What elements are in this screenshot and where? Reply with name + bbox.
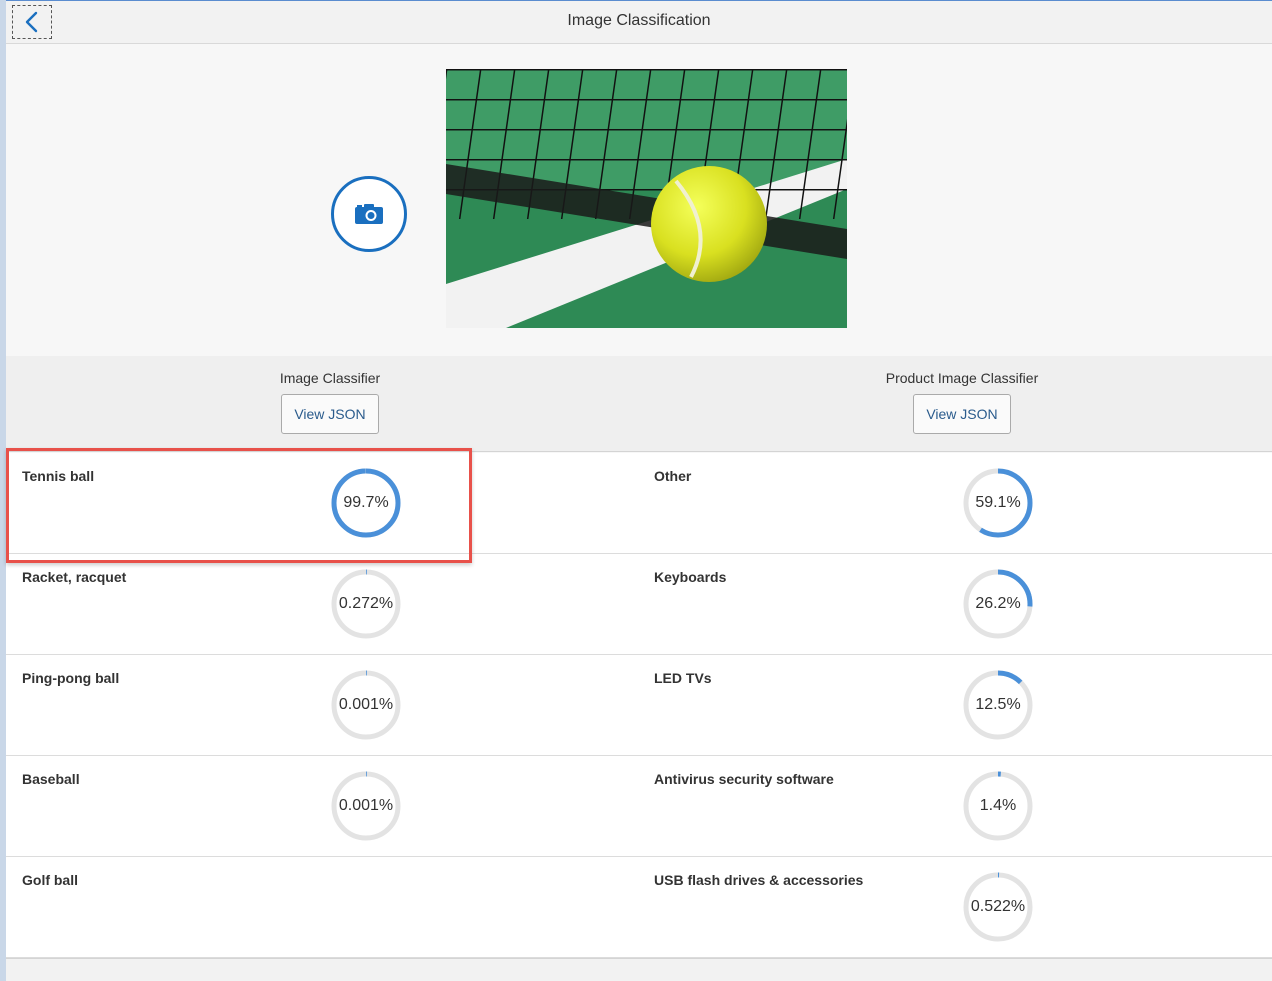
- result-label: Golf ball: [22, 872, 78, 888]
- product-classifier-result: USB flash drives & accessories 0.522%: [638, 857, 1272, 957]
- product-classifier-column: Product Image Classifier View JSON: [876, 370, 1048, 434]
- probability-ring: 12.5%: [962, 669, 1034, 741]
- image-classifier-result: Baseball 0.001%: [6, 756, 638, 856]
- result-row: Racket, racquet 0.272% Keyboards 26.2%: [6, 554, 1272, 655]
- product-classifier-result: Other 59.1%: [638, 453, 1272, 553]
- result-label: Keyboards: [654, 569, 727, 585]
- probability-ring: 0.001%: [330, 770, 402, 842]
- classifier-header: Image Classifier View JSON Product Image…: [6, 356, 1272, 452]
- page-title: Image Classification: [567, 12, 711, 29]
- result-row: Tennis ball 99.7% Other 59.1%: [6, 453, 1272, 554]
- image-classifier-result: Tennis ball 99.7%: [6, 453, 638, 553]
- page-shell: Image Classification Image Classifier Vi…: [6, 0, 1272, 981]
- app-window: Image Classification Image Classifier Vi…: [0, 0, 1272, 981]
- probability-value: 0.522%: [970, 898, 1026, 915]
- product-classifier-title: Product Image Classifier: [885, 370, 1039, 386]
- classified-photo: [446, 69, 847, 328]
- product-classifier-result: Keyboards 26.2%: [638, 554, 1272, 654]
- image-classifier-column: Image Classifier View JSON: [270, 370, 390, 434]
- result-row: Baseball 0.001% Antivirus security softwar…: [6, 756, 1272, 857]
- probability-ring: 59.1%: [962, 467, 1034, 539]
- result-label: Antivirus security software: [654, 771, 834, 787]
- result-row: Ping-pong ball 0.001% LED TVs 12.5%: [6, 655, 1272, 756]
- probability-value: 1.4%: [979, 797, 1017, 814]
- probability-value: 12.5%: [975, 696, 1021, 713]
- image-section: [6, 44, 1272, 356]
- image-classifier-view-json-button[interactable]: View JSON: [281, 394, 379, 434]
- probability-value: 59.1%: [975, 494, 1021, 511]
- probability-value: 26.2%: [975, 595, 1021, 612]
- result-label: USB flash drives & accessories: [654, 872, 864, 888]
- probability-ring: 26.2%: [962, 568, 1034, 640]
- tennis-ball-photo: [446, 69, 847, 328]
- result-label: LED TVs: [654, 670, 712, 686]
- result-label: Tennis ball: [22, 468, 95, 484]
- probability-value: 0.001%: [338, 696, 394, 713]
- result-label: Racket, racquet: [22, 569, 127, 585]
- image-classifier-result: Racket, racquet 0.272%: [6, 554, 638, 654]
- result-label: Other: [654, 468, 692, 484]
- product-classifier-result: Antivirus security software 1.4%: [638, 756, 1272, 856]
- probability-value: 0.001%: [338, 797, 394, 814]
- product-classifier-result: LED TVs 12.5%: [638, 655, 1272, 755]
- probability-ring: 1.4%: [962, 770, 1034, 842]
- camera-icon: [355, 204, 383, 224]
- probability-ring: 99.7%: [330, 467, 402, 539]
- probability-ring: 0.522%: [962, 871, 1034, 943]
- header-bar: Image Classification: [6, 0, 1272, 44]
- product-classifier-view-json-button[interactable]: View JSON: [913, 394, 1011, 434]
- result-label: Baseball: [22, 771, 80, 787]
- image-classifier-title: Image Classifier: [279, 370, 381, 386]
- results-list: Tennis ball 99.7% Other 59.1% Racket, racque…: [6, 453, 1272, 958]
- image-classifier-result: Golf ball: [6, 857, 638, 957]
- bottom-band: [6, 958, 1272, 981]
- image-classifier-result: Ping-pong ball 0.001%: [6, 655, 638, 755]
- probability-ring: 0.272%: [330, 568, 402, 640]
- probability-value: 0.272%: [338, 595, 394, 612]
- result-row: Golf ball USB flash drives & accessories 0…: [6, 857, 1272, 958]
- probability-ring: 0.001%: [330, 669, 402, 741]
- camera-button[interactable]: [331, 176, 407, 252]
- probability-value: 99.7%: [343, 494, 389, 511]
- result-label: Ping-pong ball: [22, 670, 120, 686]
